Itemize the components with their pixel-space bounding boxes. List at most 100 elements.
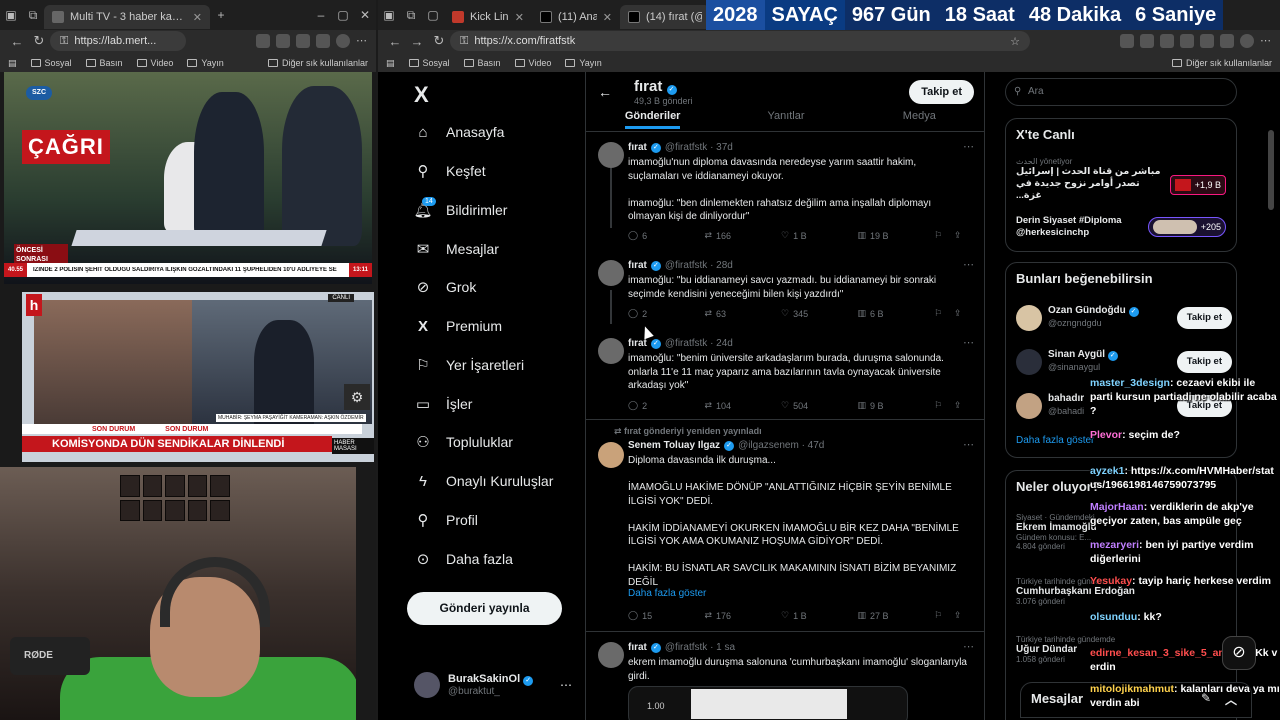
close-tab-icon[interactable]: ✕ (515, 11, 524, 24)
bookmark-folder[interactable]: Yayın (187, 58, 224, 68)
suggested-account[interactable]: Ozan Gündoğdu ✓ @ozngndgdu Takip et (1016, 303, 1232, 333)
tweet[interactable]: ⇄ fırat gönderiyi yeniden yayınladı Sene… (586, 422, 984, 632)
follow-button[interactable]: Takip et (909, 80, 974, 104)
extension-icon[interactable] (276, 34, 290, 48)
account-switcher[interactable]: BurakSakinOl ✓ @buraktut_ ⋯ (414, 672, 572, 698)
show-more-link[interactable]: Daha fazla göster (628, 588, 706, 599)
bookmark-icon[interactable]: ⚐ (934, 230, 954, 241)
views-button[interactable]: ▥ 19 B (858, 230, 935, 241)
more-icon[interactable]: ⋯ (963, 140, 974, 153)
share-icon[interactable]: ⇪ (954, 308, 974, 319)
views-button[interactable]: ▥ 9 B (858, 400, 935, 411)
back-icon[interactable]: ← (6, 34, 28, 49)
avatar[interactable] (1240, 34, 1254, 48)
minimize-icon[interactable]: – (310, 8, 332, 22)
bookmark-folder[interactable]: Sosyal (408, 58, 450, 68)
maximize-icon[interactable]: ▢ (332, 8, 354, 22)
tweet[interactable]: fırat ✓ @firatfstk · 24d ⋯ imamoğlu: "beni… (586, 330, 984, 420)
url-field[interactable]: ⚿ https://x.com/firatfstk ☆ (450, 31, 1030, 51)
share-icon[interactable]: ⇪ (954, 230, 974, 241)
extension-icon[interactable] (1140, 34, 1154, 48)
show-more-link[interactable]: Daha fazla göster (1016, 435, 1094, 446)
tv-stream-1[interactable]: SZC ÇAĞRI ÖNCESİ SONRASI 40.55 IZİNDE 2 … (4, 72, 372, 284)
menu-icon[interactable]: ⋯ (1260, 34, 1274, 48)
live-item[interactable]: الحدث yönetiyor مباشر من قناة الحدث | إس… (1016, 157, 1226, 201)
extension-icon[interactable] (1220, 34, 1234, 48)
tab-gonderiler[interactable]: Gönderiler (586, 106, 719, 130)
nav-bildirimler[interactable]: 🔔︎ 14 Bildirimler (413, 197, 507, 223)
nav-onayli-kuruluslar[interactable]: ϟ Onaylı Kuruluşlar (414, 468, 553, 494)
extension-icon[interactable] (1180, 34, 1194, 48)
like-button[interactable]: ♡ 345 (781, 308, 858, 319)
nav-daha-fazla[interactable]: ⊙ Daha fazla (414, 546, 513, 572)
back-icon[interactable]: ← (384, 34, 406, 49)
more-icon[interactable]: ⋯ (560, 678, 572, 692)
share-icon[interactable]: ⇪ (954, 400, 974, 411)
more-icon[interactable]: ⋯ (963, 258, 974, 271)
reply-button[interactable]: ◯ 6 (628, 230, 705, 241)
other-bookmarks[interactable]: Diğer sık kullanılanlar (1171, 58, 1272, 68)
bookmark-icon[interactable]: ⚐ (934, 308, 954, 319)
tweet[interactable]: fırat ✓ @firatfstk · 28d ⋯ imamoğlu: "bu i… (586, 252, 984, 328)
more-icon[interactable]: ⋯ (963, 438, 974, 451)
tweet-media[interactable]: 1.00 (628, 686, 908, 720)
nav-isler[interactable]: ▭ İşler (414, 391, 473, 417)
tweet[interactable]: fırat ✓ @firatfstk · 37d ⋯ imamoğlu'nun di… (586, 134, 984, 250)
share-icon[interactable]: ⇪ (954, 610, 974, 621)
new-tab-icon[interactable]: + (210, 8, 232, 22)
reply-button[interactable]: ◯ 15 (628, 610, 705, 621)
tab-multi-tv[interactable]: Multi TV - 3 haber kanalını aynı a ✕ (44, 5, 210, 29)
workspace-icon[interactable]: ▣ (0, 8, 22, 22)
views-button[interactable]: ▥ 27 B (858, 610, 935, 621)
bookmark-folder[interactable]: Video (136, 58, 173, 68)
tv-stream-2[interactable]: h CANLI MUHABİR: ŞEYMA PAŞAYİĞİT KAMERAM… (22, 292, 374, 462)
settings-gear-icon[interactable]: ⚙ (344, 384, 370, 410)
star-icon[interactable]: ☆ (1010, 35, 1020, 48)
views-button[interactable]: ▥ 6 B (858, 308, 935, 319)
repost-button[interactable]: ⇄ 63 (705, 308, 782, 319)
bookmark-folder[interactable]: Yayın (565, 58, 602, 68)
nav-anasayfa[interactable]: ⌂ Anasayfa (414, 119, 504, 145)
other-bookmarks[interactable]: Diğer sık kullanılanlar (267, 58, 368, 68)
search-input[interactable]: ⚲ Ara (1005, 78, 1237, 106)
repost-button[interactable]: ⇄ 104 (705, 400, 782, 411)
follow-button[interactable]: Takip et (1176, 307, 1232, 329)
bookmark-folder[interactable]: Basın (85, 58, 123, 68)
bookmark-folder[interactable]: Basın (463, 58, 501, 68)
bookmark-icon[interactable]: ⚐ (934, 400, 954, 411)
close-tab-icon[interactable]: ✕ (193, 11, 202, 24)
repost-button[interactable]: ⇄ 176 (705, 610, 782, 621)
close-tab-icon[interactable]: ✕ (603, 11, 612, 24)
extension-icon[interactable] (1160, 34, 1174, 48)
tab-list-icon[interactable]: ▢ (422, 8, 444, 22)
repost-button[interactable]: ⇄ 166 (705, 230, 782, 241)
bookmarks-menu-icon[interactable]: ▤ (386, 58, 395, 69)
workspace-icon[interactable]: ▣ (378, 8, 400, 22)
tab-yanitlar[interactable]: Yanıtlar (719, 106, 852, 130)
forward-icon[interactable]: → (406, 34, 428, 49)
tweet[interactable]: fırat ✓ @firatfstk · 1 sa ⋯ ekrem imamoğlu… (586, 634, 984, 720)
nav-topluluklar[interactable]: ⚇ Topluluklar (414, 429, 513, 455)
like-button[interactable]: ♡ 504 (781, 400, 858, 411)
bookmark-icon[interactable]: ⚐ (934, 610, 954, 621)
tab-medya[interactable]: Medya (853, 106, 984, 130)
reload-icon[interactable]: ↻ (428, 33, 450, 49)
more-icon[interactable]: ⋯ (963, 336, 974, 349)
menu-icon[interactable]: ⋯ (356, 34, 370, 48)
bookmarks-menu-icon[interactable]: ▤ (8, 58, 17, 69)
nav-grok[interactable]: ⊘ Grok (414, 274, 477, 300)
tab-kick[interactable]: Kick Link Cra ✕ (444, 5, 532, 29)
extension-icon[interactable] (316, 34, 330, 48)
bookmark-folder[interactable]: Video (514, 58, 551, 68)
avatar[interactable] (336, 34, 350, 48)
scrollbar[interactable] (1268, 130, 1274, 210)
like-button[interactable]: ♡ 1 B (781, 230, 858, 241)
like-button[interactable]: ♡ 1 B (781, 610, 858, 621)
url-field[interactable]: ⚿ https://lab.mert... (50, 31, 186, 51)
nav-premium[interactable]: X Premium (414, 313, 502, 339)
nav-kesfet[interactable]: ⚲ Keşfet (414, 158, 486, 184)
extension-icon[interactable] (1200, 34, 1214, 48)
back-arrow-icon[interactable]: ← (598, 84, 612, 100)
grok-fab-icon[interactable]: ⊘ (1222, 636, 1256, 670)
extension-icon[interactable] (256, 34, 270, 48)
